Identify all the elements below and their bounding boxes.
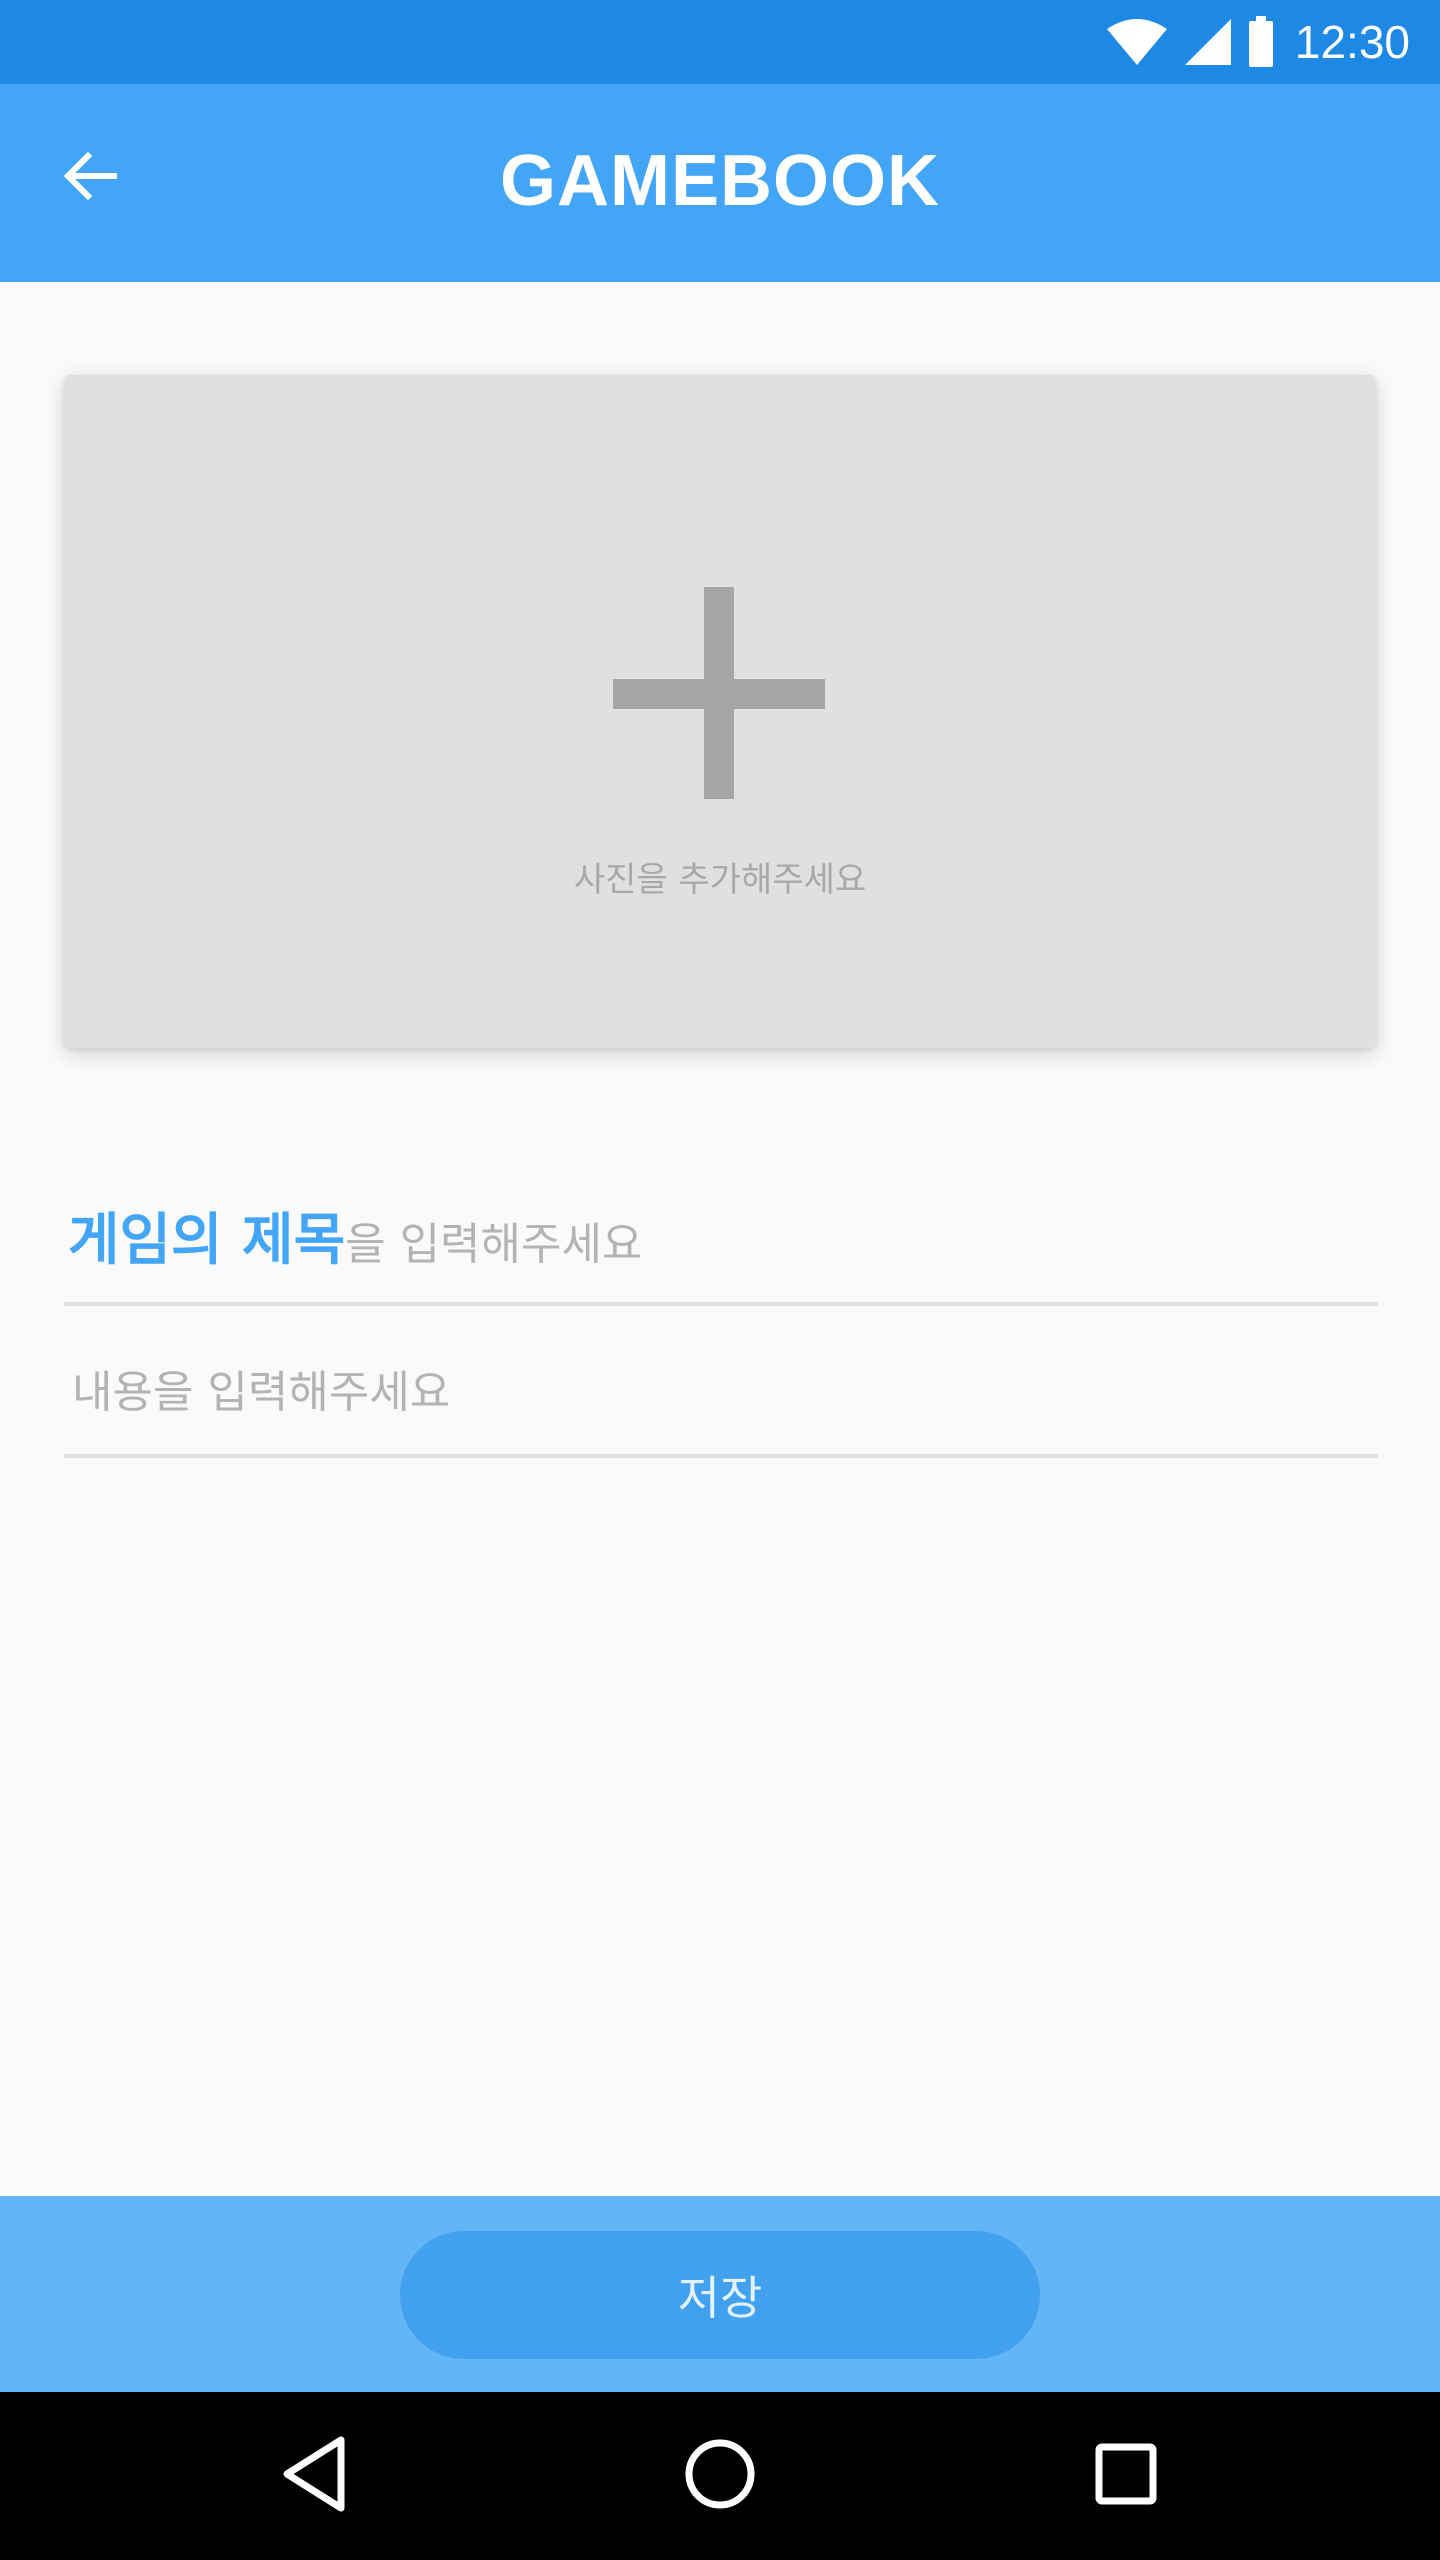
signal-icon bbox=[1183, 17, 1233, 67]
content-input[interactable]: 내용을 입력해주세요 bbox=[64, 1348, 1378, 1458]
recents-square-icon bbox=[1093, 2441, 1159, 2511]
status-bar: 12:30 bbox=[0, 0, 1440, 84]
bottom-action-bar: 저장 bbox=[0, 2196, 1440, 2392]
nav-recents-button[interactable] bbox=[1076, 2426, 1176, 2526]
game-title-hint-emphasis: 게임의 제목 bbox=[68, 1208, 346, 1273]
game-title-hint: 게임의 제목을 입력해주세요 bbox=[68, 1195, 642, 1276]
clock-time: 12:30 bbox=[1294, 16, 1410, 68]
content-input-placeholder: 내용을 입력해주세요 bbox=[72, 1367, 451, 1418]
game-title-input[interactable]: 게임의 제목을 입력해주세요 bbox=[64, 1196, 1378, 1306]
nav-home-button[interactable] bbox=[670, 2426, 770, 2526]
battery-icon bbox=[1247, 16, 1275, 68]
add-photo-label: 사진을 추가해주세요 bbox=[573, 860, 867, 900]
back-triangle-icon bbox=[279, 2434, 349, 2518]
app-bar: GAMEBOOK bbox=[0, 84, 1440, 282]
system-nav-bar bbox=[0, 2392, 1440, 2560]
nav-back-button[interactable] bbox=[264, 2426, 364, 2526]
app-title: GAMEBOOK bbox=[500, 141, 940, 221]
plus-icon bbox=[613, 587, 825, 799]
save-button[interactable]: 저장 bbox=[400, 2231, 1040, 2359]
game-title-hint-rest: 을 입력해주세요 bbox=[345, 1219, 643, 1270]
add-photo-area[interactable]: 사진을 추가해주세요 bbox=[64, 375, 1376, 1048]
wifi-icon bbox=[1105, 17, 1169, 67]
home-circle-icon bbox=[682, 2436, 758, 2516]
